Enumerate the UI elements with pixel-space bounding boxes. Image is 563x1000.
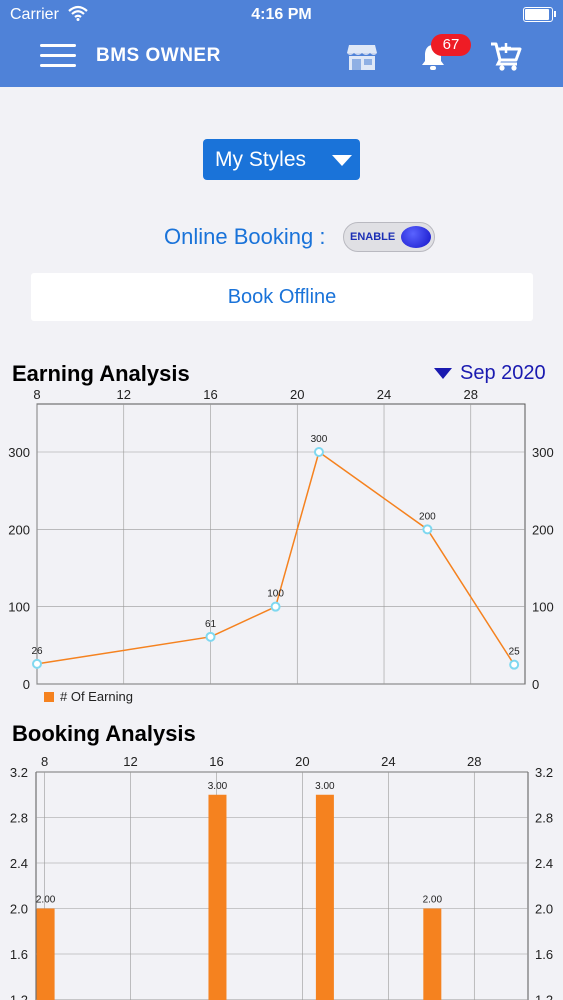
data-label: 61 (205, 619, 217, 630)
notification-badge: 67 (431, 34, 471, 56)
data-point (509, 659, 520, 670)
data-label: 300 (311, 434, 328, 445)
y-tick-label-left: 1.2 (10, 993, 28, 1000)
booking-bar (208, 794, 227, 1000)
x-tick-label: 20 (295, 754, 309, 769)
earning-series-line (36, 450, 515, 666)
y-tick-label-right: 2.0 (535, 902, 553, 917)
bar-label: 2.00 (36, 895, 56, 906)
x-tick-label: 16 (203, 388, 217, 402)
y-tick-label-left: 2.4 (10, 856, 28, 871)
data-point (205, 631, 216, 642)
bar-label: 3.00 (315, 781, 335, 792)
y-tick-label-left: 100 (8, 600, 30, 615)
y-tick-label-right: 3.2 (535, 765, 553, 780)
y-tick-label-right: 200 (532, 522, 554, 537)
y-tick-label-right: 0 (532, 677, 539, 690)
plot-frame (36, 403, 526, 685)
y-tick-label-left: 3.2 (10, 765, 28, 780)
online-booking-toggle[interactable]: ENABLE (343, 222, 435, 252)
booking-bar (315, 794, 334, 1000)
month-picker-label: Sep 2020 (460, 362, 546, 385)
y-tick-label-right: 1.2 (535, 993, 553, 1000)
booking-bar (36, 908, 55, 1000)
data-point (270, 601, 281, 612)
data-label: 200 (419, 511, 436, 522)
y-tick-label-left: 1.6 (10, 947, 28, 962)
chevron-down-icon (332, 155, 352, 166)
store-icon[interactable] (346, 42, 378, 77)
x-tick-label: 28 (464, 388, 478, 402)
triangle-down-icon (434, 368, 452, 380)
legend-label: # Of Earning (60, 689, 133, 705)
y-tick-label-left: 0 (23, 677, 30, 690)
booking-analysis-title: Booking Analysis (12, 721, 196, 746)
data-point (313, 447, 324, 457)
month-picker[interactable]: Sep 2020 (434, 362, 546, 385)
y-tick-label-right: 100 (532, 600, 554, 615)
x-tick-label: 12 (117, 388, 131, 402)
y-tick-label-right: 2.8 (535, 811, 553, 826)
styles-dropdown-label: My Styles (215, 148, 307, 171)
toggle-text: ENABLE (350, 231, 396, 243)
legend-swatch (44, 691, 54, 702)
battery-icon (523, 7, 556, 22)
x-tick-label: 20 (290, 388, 304, 402)
x-tick-label: 12 (123, 754, 137, 769)
booking-chart: 8 12 16 20 24 28 1.2 1.2 1.6 1.6 2.0 2.0 2.4 2.4 2.8 2.… (10, 754, 553, 1000)
data-label: 26 (31, 646, 43, 657)
x-tick-label: 28 (467, 754, 481, 769)
earning-analysis-title: Earning Analysis (12, 361, 190, 386)
bar-label: 2.00 (423, 895, 443, 906)
x-tick-label: 8 (41, 754, 48, 769)
data-point (32, 658, 42, 669)
menu-icon[interactable] (40, 44, 76, 70)
y-tick-label-left: 2.0 (10, 902, 28, 917)
y-tick-label-right: 1.6 (535, 947, 553, 962)
nav-bar: BMS OWNER 67 (0, 28, 563, 87)
bar-label: 3.00 (208, 781, 228, 792)
x-tick-label: 16 (209, 754, 223, 769)
styles-dropdown[interactable]: My Styles (203, 139, 360, 180)
data-point (422, 524, 433, 535)
cart-icon[interactable] (489, 40, 523, 77)
toggle-knob (401, 226, 431, 248)
status-bar: Carrier 4:16 PM (0, 0, 563, 28)
x-tick-label: 24 (381, 754, 395, 769)
earning-legend: # Of Earning (44, 688, 133, 704)
data-label: 100 (267, 589, 284, 600)
y-tick-label-right: 2.4 (535, 856, 553, 871)
y-tick-label-left: 200 (8, 522, 30, 537)
app-title: BMS OWNER (96, 45, 221, 66)
y-tick-label-right: 300 (532, 445, 554, 460)
x-tick-label: 8 (33, 388, 40, 402)
y-tick-label-left: 300 (8, 445, 30, 460)
x-tick-label: 24 (377, 388, 391, 402)
earning-chart: 8 12 16 20 24 28 0 0 100 100 200 200 300 300 26 61 100 30… (8, 388, 554, 690)
booking-bar (423, 908, 442, 1000)
clock: 4:16 PM (251, 6, 312, 23)
data-label: 25 (509, 647, 521, 658)
y-tick-label-left: 2.8 (10, 811, 28, 826)
online-booking-label: Online Booking : (164, 224, 326, 249)
book-offline-button[interactable]: Book Offline (31, 273, 533, 321)
